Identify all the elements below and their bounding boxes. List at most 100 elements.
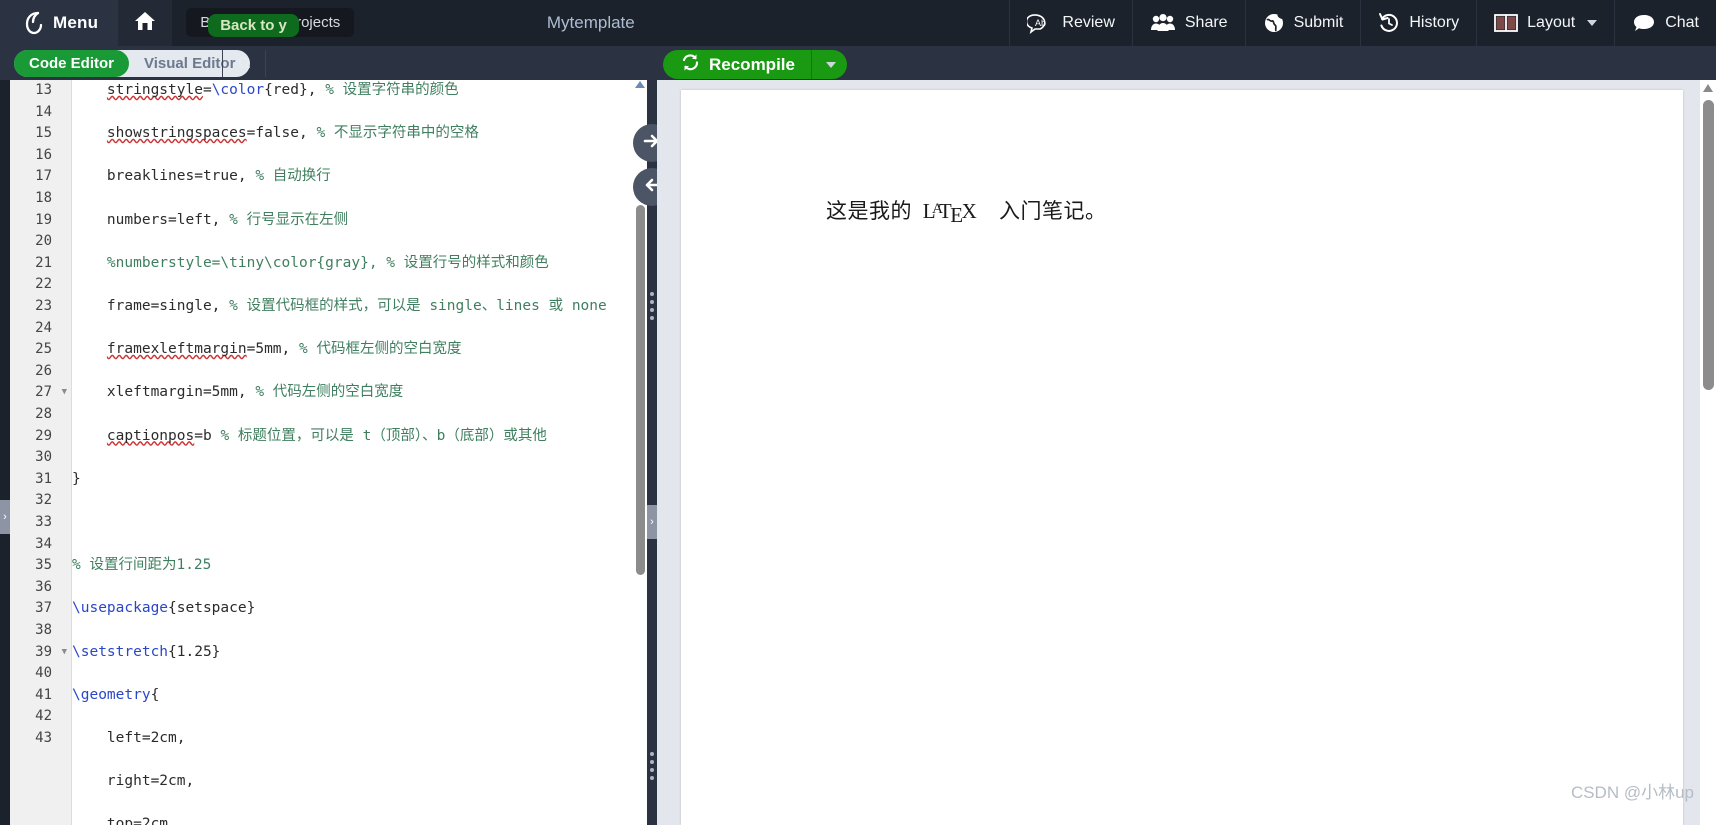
submit-button[interactable]: Submit <box>1244 0 1361 46</box>
line-number: 36 <box>35 578 52 595</box>
code-line[interactable]: showstringspaces=false, % 不显示字符串中的空格 <box>72 123 647 145</box>
code-token: right=2cm, <box>106 773 195 790</box>
code-token: =5mm, <box>246 341 299 358</box>
grip-dot <box>650 300 654 304</box>
pdf-scroll-thumb[interactable] <box>1703 100 1714 390</box>
line-number: 37 <box>35 600 52 617</box>
code-line[interactable]: %numberstyle=\tiny\color{gray}, % 设置行号的样… <box>72 253 647 275</box>
code-token: \color <box>211 82 265 98</box>
recompile-refresh-icon <box>681 53 700 77</box>
tooltip-overlap-label: Back to y <box>208 14 299 37</box>
code-token: {setspace} <box>168 600 256 617</box>
grip-dot <box>650 760 654 764</box>
code-line[interactable]: stringstyle=\color{red}, % 设置字符串的颜色 <box>72 80 647 102</box>
code-token: {red}, <box>264 82 326 98</box>
chat-button[interactable]: Chat <box>1614 0 1716 46</box>
code-line[interactable]: captionpos=b % 标题位置，可以是 t（顶部）、b（底部）或其他 <box>72 426 647 448</box>
svg-text:Ab: Ab <box>1035 18 1046 28</box>
code-line[interactable]: breaklines=true, % 自动换行 <box>72 166 647 188</box>
pdf-scrollbar[interactable] <box>1700 80 1716 825</box>
recompile-options-button[interactable] <box>810 50 847 79</box>
code-line[interactable]: % 设置行间距为1.25 <box>72 555 647 577</box>
caret-down-icon <box>825 61 836 68</box>
panel-divider[interactable]: › <box>633 80 671 825</box>
home-button[interactable] <box>118 0 173 46</box>
recompile-button[interactable]: Recompile <box>663 50 811 79</box>
editor-mode-switch: Code Editor Visual Editor <box>14 50 251 77</box>
recompile-group: Recompile <box>663 50 847 79</box>
editor-scroll-thumb[interactable] <box>636 205 645 575</box>
code-token: frame=single, <box>106 297 230 314</box>
share-button[interactable]: Share <box>1131 0 1245 46</box>
overleaf-logo-icon <box>22 11 44 35</box>
navbar-right-group: Ab Review Share Submit History Layout Ch… <box>1009 0 1716 46</box>
grip-dot <box>650 308 654 312</box>
share-people-icon <box>1150 13 1176 33</box>
code-line[interactable]: top=2cm, <box>72 814 647 825</box>
code-line[interactable]: right=2cm, <box>72 771 647 793</box>
top-navbar: Menu Back to your projects Back to y Myt… <box>0 0 1716 46</box>
line-number: 40 <box>35 665 52 682</box>
history-button[interactable]: History <box>1360 0 1476 46</box>
divider-collapse-handle[interactable]: › <box>647 505 657 539</box>
line-number: 23 <box>35 298 52 314</box>
fold-toggle-icon[interactable]: ▼ <box>62 382 67 404</box>
line-number: 14 <box>35 103 52 120</box>
divider-grip-bottom[interactable] <box>648 752 656 780</box>
line-number: 30 <box>35 449 52 466</box>
code-editor[interactable]: stringstyle=\color{red}, % 设置字符串的颜色 show… <box>10 80 647 825</box>
tab-code-editor[interactable]: Code Editor <box>14 50 129 77</box>
code-token: left=2cm, <box>106 729 186 746</box>
code-token: xleftmargin=5mm, <box>106 384 256 401</box>
code-line[interactable]: frame=single, % 设置代码框的样式，可以是 single、line… <box>72 296 647 318</box>
line-number: 24 <box>35 319 52 336</box>
latex-logo: LATEX <box>922 199 978 227</box>
code-token: % 自动换行 <box>255 168 331 185</box>
symbol-palette-button[interactable]: Ω <box>222 50 266 77</box>
chevron-down-icon <box>1587 20 1598 26</box>
scroll-up-arrow-icon[interactable] <box>635 81 645 88</box>
line-number: 25 <box>35 341 52 358</box>
fold-toggle-icon[interactable]: ▼ <box>62 642 67 664</box>
code-line[interactable]: left=2cm, <box>72 728 647 750</box>
code-token: % 行号显示在左侧 <box>229 211 349 228</box>
review-button[interactable]: Ab Review <box>1009 0 1131 46</box>
code-line[interactable]: } <box>72 469 647 491</box>
code-content-area[interactable]: stringstyle=\color{red}, % 设置字符串的颜色 show… <box>72 80 647 825</box>
pdf-preview-panel[interactable]: 这是我的 LATEX 入门笔记。 CSDN @小林up <box>657 80 1716 825</box>
code-line[interactable]: \geometry{ <box>72 685 647 707</box>
chat-bubble-icon <box>1632 13 1656 33</box>
layout-button[interactable]: Layout <box>1476 0 1614 46</box>
layout-columns-icon <box>1494 13 1519 33</box>
code-line[interactable] <box>72 512 647 534</box>
line-number: 21 <box>35 254 52 271</box>
grip-dot <box>650 292 654 296</box>
file-tree-toggle-handle[interactable]: › <box>0 500 10 534</box>
code-token: \usepackage <box>72 600 169 617</box>
submit-globe-icon <box>1263 12 1285 34</box>
navbar-left-group: Menu Back to your projects Back to y <box>0 0 355 46</box>
code-line[interactable]: \usepackage{setspace} <box>72 598 647 620</box>
share-label: Share <box>1184 14 1228 31</box>
divider-grip-top[interactable] <box>648 292 656 320</box>
history-clock-icon <box>1378 12 1400 34</box>
code-line[interactable]: xleftmargin=5mm, % 代码左侧的空白宽度 <box>72 382 647 404</box>
code-token: % 设置代码框的样式，可以是 single、lines 或 none <box>229 297 607 314</box>
grip-dot <box>650 776 654 780</box>
code-line[interactable]: framexleftmargin=5mm, % 代码框左侧的空白宽度 <box>72 339 647 361</box>
pdf-text-prefix: 这是我的 <box>826 199 912 223</box>
chat-label: Chat <box>1665 14 1699 31</box>
history-label: History <box>1409 14 1460 31</box>
menu-button[interactable]: Menu <box>0 0 119 46</box>
code-line[interactable]: \setstretch{1.25} <box>72 642 647 664</box>
line-number: 35 <box>35 557 52 574</box>
line-number: 20 <box>35 233 52 250</box>
line-number: 16 <box>35 146 52 163</box>
code-line[interactable]: numbers=left, % 行号显示在左侧 <box>72 210 647 232</box>
pdf-scroll-up-arrow-icon[interactable] <box>1703 84 1713 92</box>
